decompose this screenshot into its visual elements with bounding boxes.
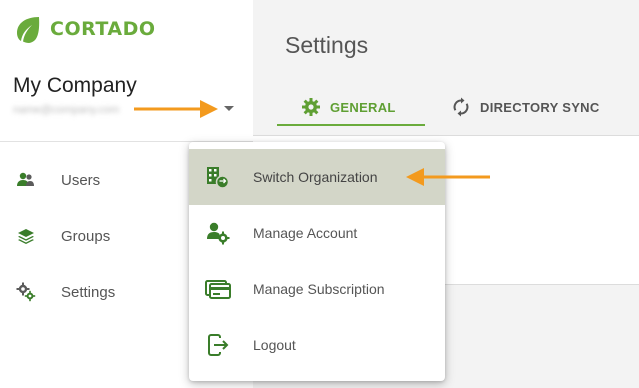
- tab-label: GENERAL: [330, 99, 396, 115]
- menu-item-label: Logout: [253, 337, 296, 353]
- layers-icon: [18, 229, 34, 244]
- menu-item-logout[interactable]: Logout: [189, 317, 445, 373]
- menu-item-manage-account[interactable]: Manage Account: [189, 205, 445, 261]
- tab-general[interactable]: GENERAL: [301, 88, 396, 126]
- page-title: Settings: [285, 32, 369, 58]
- sidebar-item-label: Users: [61, 171, 101, 189]
- manage-account-icon: [207, 222, 230, 245]
- company-email: name@company.com: [13, 104, 120, 116]
- gears-icon: [16, 282, 36, 302]
- annotation-arrow-left-icon: [406, 168, 490, 186]
- users-icon: [17, 172, 34, 186]
- tab-directory-sync[interactable]: DIRECTORY SYNC: [451, 88, 600, 126]
- sync-icon: [453, 97, 469, 117]
- menu-item-label: Manage Account: [253, 225, 358, 241]
- active-tab-indicator: [277, 124, 425, 126]
- sidebar-item-label: Groups: [61, 227, 111, 245]
- company-name: My Company: [13, 74, 137, 97]
- caret-down-icon[interactable]: [224, 106, 234, 111]
- switch-organization-icon: [207, 167, 230, 189]
- sidebar-item-label: Settings: [61, 283, 116, 301]
- logout-icon: [208, 334, 229, 356]
- leaf-logo-icon: [17, 17, 40, 43]
- menu-item-label: Manage Subscription: [253, 281, 385, 297]
- brand-name: CORTADO: [50, 18, 156, 40]
- credit-card-icon: [205, 280, 231, 299]
- tab-label: DIRECTORY SYNC: [480, 99, 600, 115]
- gear-icon: [302, 98, 320, 116]
- annotation-arrow-right-icon: [134, 100, 218, 118]
- menu-item-label: Switch Organization: [253, 169, 378, 185]
- brand-logo[interactable]: CORTADO: [13, 14, 156, 44]
- menu-item-manage-subscription[interactable]: Manage Subscription: [189, 261, 445, 317]
